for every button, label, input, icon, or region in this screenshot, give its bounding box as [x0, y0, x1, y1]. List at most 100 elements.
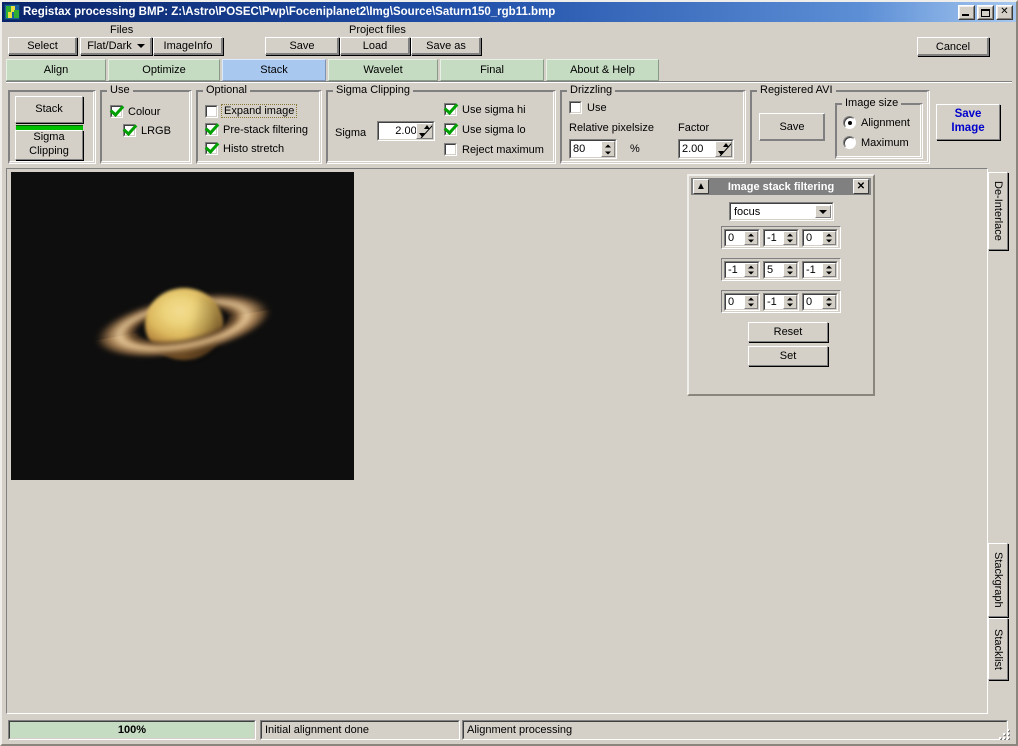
kernel-spinner[interactable]	[744, 231, 758, 245]
lrgb-label: LRGB	[141, 124, 171, 137]
lrgb-checkbox[interactable]: LRGB	[123, 124, 171, 137]
avi-save-button[interactable]: Save	[759, 113, 825, 141]
relative-pixelsize-spinner[interactable]	[601, 141, 615, 157]
kernel-spinner[interactable]	[822, 263, 836, 277]
kernel-spinner[interactable]	[822, 295, 836, 309]
image-size-alignment-radio[interactable]: Alignment	[843, 116, 910, 129]
factor-label: Factor	[678, 122, 710, 134]
cancel-button[interactable]: Cancel	[917, 37, 989, 56]
project-save-as-button[interactable]: Save as	[411, 37, 481, 55]
tab-stack[interactable]: Stack	[222, 59, 326, 81]
flat-dark-label: Flat/Dark	[87, 40, 132, 52]
side-tab-stackgraph[interactable]: Stackgraph	[988, 543, 1008, 617]
sigma-clipping-button[interactable]: Sigma Clipping	[15, 130, 83, 160]
image-size-group-label: Image size	[842, 97, 902, 109]
colour-checkbox[interactable]: Colour	[110, 105, 160, 118]
progress-indicator: 100%	[8, 720, 256, 740]
tab-align[interactable]: Align	[6, 59, 106, 81]
filter-set-button[interactable]: Set	[748, 346, 828, 366]
flat-dark-dropdown-button[interactable]: Flat/Dark	[80, 37, 152, 55]
kernel-value: 0	[806, 232, 813, 244]
kernel-spinner[interactable]	[744, 263, 758, 277]
maximize-button[interactable]	[977, 4, 994, 20]
kernel-value: -1	[767, 232, 777, 244]
work-area: Image stack filtering ▲ ✕ focus 0 -1 0 -…	[6, 168, 988, 714]
filter-reset-button[interactable]: Reset	[748, 322, 828, 342]
pre-stack-filtering-checkbox[interactable]: Pre-stack filtering	[205, 123, 308, 136]
expand-image-checkbox[interactable]: Expand image	[205, 104, 298, 118]
sigma-spinner[interactable]	[416, 123, 433, 139]
histo-stretch-checkbox[interactable]: Histo stretch	[205, 142, 284, 155]
kernel-spinner[interactable]	[822, 231, 836, 245]
kernel-cell-0-1[interactable]: -1	[763, 229, 799, 247]
save-image-label-line1: Save	[954, 108, 982, 121]
minimize-button[interactable]	[958, 4, 975, 20]
project-save-button[interactable]: Save	[265, 37, 339, 55]
chevron-down-icon[interactable]	[815, 205, 831, 218]
kernel-spinner[interactable]	[783, 263, 797, 277]
kernel-cell-1-1[interactable]: 5	[763, 261, 799, 279]
drizzling-use-checkbox[interactable]: Use	[569, 101, 607, 114]
project-load-button[interactable]: Load	[340, 37, 410, 55]
image-size-maximum-radio[interactable]: Maximum	[843, 136, 909, 149]
radio-icon	[843, 116, 856, 129]
checkbox-icon	[569, 101, 582, 114]
reject-maximum-checkbox[interactable]: Reject maximum	[444, 143, 544, 156]
kernel-cell-0-0[interactable]: 0	[724, 229, 760, 247]
stack-button[interactable]: Stack	[15, 96, 83, 123]
side-tab-label: Stacklist	[992, 628, 1004, 670]
kernel-value: -1	[728, 264, 738, 276]
use-sigma-lo-label: Use sigma lo	[462, 123, 526, 136]
use-group: Use Colour LRGB	[100, 84, 192, 164]
filter-type-combobox[interactable]: focus	[729, 202, 834, 221]
percent-label: %	[630, 143, 640, 155]
tab-about-help[interactable]: About & Help	[546, 59, 659, 81]
window-title: Registax processing BMP: Z:\Astro\POSEC\…	[23, 6, 556, 18]
image-preview-canvas[interactable]	[11, 172, 354, 480]
filter-dialog-close-button[interactable]: ✕	[853, 179, 869, 194]
side-tab-de-interlace[interactable]: De-Interlace	[988, 172, 1008, 250]
registax-application-window: Registax processing BMP: Z:\Astro\POSEC\…	[0, 0, 1018, 746]
side-tab-stacklist[interactable]: Stacklist	[988, 618, 1008, 680]
kernel-spinner[interactable]	[783, 295, 797, 309]
kernel-spinner[interactable]	[744, 295, 758, 309]
kernel-cell-0-2[interactable]: 0	[802, 229, 838, 247]
resize-grip[interactable]	[995, 725, 1009, 739]
kernel-value: 0	[806, 296, 813, 308]
maximum-label: Maximum	[861, 136, 909, 149]
kernel-cell-1-2[interactable]: -1	[802, 261, 838, 279]
close-icon: ✕	[1000, 6, 1009, 17]
side-tab-label: Stackgraph	[992, 552, 1004, 608]
tab-wavelet[interactable]: Wavelet	[328, 59, 438, 81]
status-message-left-text: Initial alignment done	[265, 724, 369, 736]
kernel-cell-2-2[interactable]: 0	[802, 293, 838, 311]
files-group-label: Files	[107, 24, 137, 36]
filter-dialog-title: Image stack filtering	[727, 180, 835, 193]
checkbox-icon	[123, 124, 136, 137]
factor-input[interactable]: 2.00	[678, 139, 734, 159]
relative-pixelsize-input[interactable]: 80	[569, 139, 617, 159]
kernel-cell-2-0[interactable]: 0	[724, 293, 760, 311]
main-tab-bar: Align Optimize Stack Wavelet Final About…	[6, 59, 1012, 82]
status-message-left: Initial alignment done	[260, 720, 460, 740]
use-sigma-lo-checkbox[interactable]: Use sigma lo	[444, 123, 526, 136]
factor-spinner[interactable]	[715, 141, 732, 157]
kernel-cell-1-0[interactable]: -1	[724, 261, 760, 279]
close-button[interactable]: ✕	[996, 4, 1013, 20]
tab-final[interactable]: Final	[440, 59, 544, 81]
factor-value: 2.00	[682, 143, 704, 155]
tab-optimize[interactable]: Optimize	[108, 59, 220, 81]
kernel-cell-2-1[interactable]: -1	[763, 293, 799, 311]
image-info-button[interactable]: ImageInfo	[153, 37, 223, 55]
checkbox-icon	[205, 142, 218, 155]
use-sigma-hi-checkbox[interactable]: Use sigma hi	[444, 103, 526, 116]
select-button[interactable]: Select	[8, 37, 77, 55]
filter-dialog-collapse-button[interactable]: ▲	[693, 179, 709, 194]
close-icon: ✕	[856, 181, 866, 192]
kernel-value: -1	[806, 264, 816, 276]
chevron-up-icon: ▲	[696, 181, 706, 192]
kernel-row-1: 0 -1 0	[721, 226, 841, 249]
kernel-spinner[interactable]	[783, 231, 797, 245]
save-image-button[interactable]: Save Image	[936, 104, 1000, 140]
sigma-input[interactable]: 2.00	[377, 121, 435, 141]
